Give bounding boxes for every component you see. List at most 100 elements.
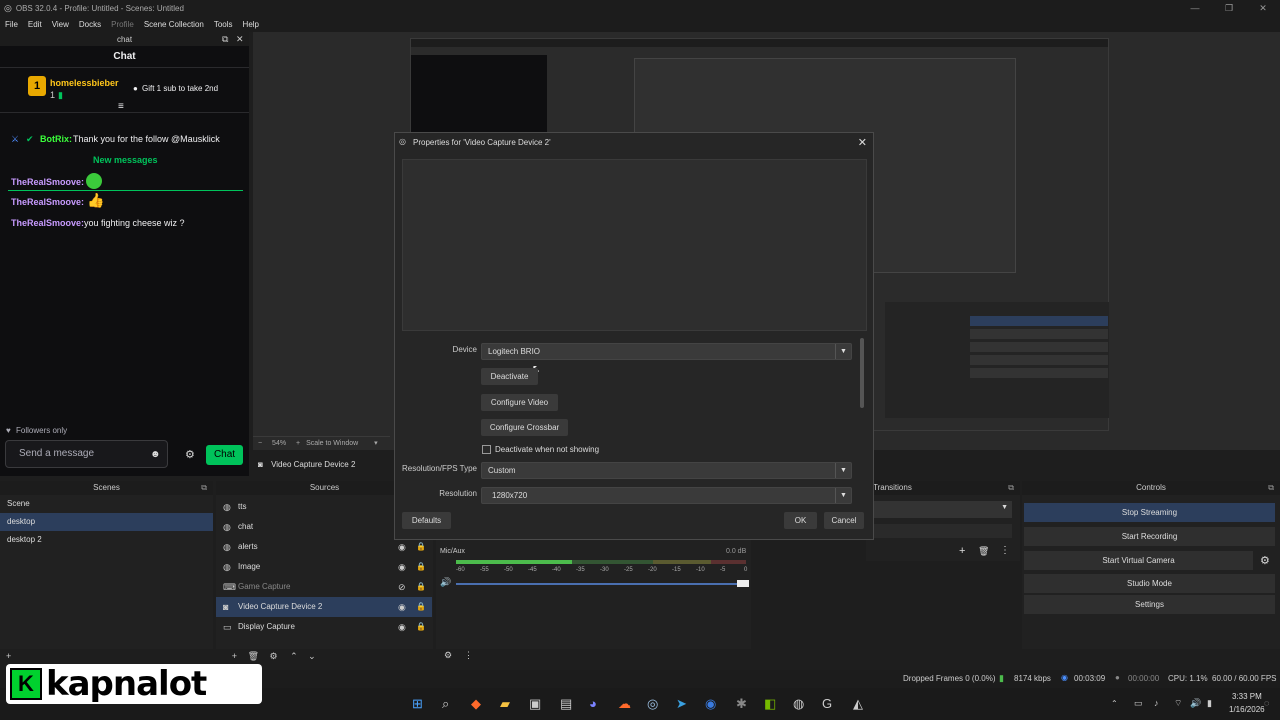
vpn-icon[interactable]: ◉	[705, 696, 716, 712]
menu-docks[interactable]: Docks	[74, 20, 106, 29]
configure-crossbar-button[interactable]: Configure Crossbar	[481, 419, 568, 436]
lock-icon[interactable]: 🔒	[416, 617, 426, 637]
scene-item-selected[interactable]: desktop	[0, 513, 213, 531]
cancel-button[interactable]: Cancel	[824, 512, 864, 529]
res-type-select[interactable]: Custom ▼	[481, 462, 852, 479]
device-select[interactable]: Logitech BRIO ▼	[481, 343, 852, 360]
tray-chevron-icon[interactable]: ⌃	[1111, 699, 1118, 708]
virtual-camera-gear-icon[interactable]: ⚙	[1260, 554, 1270, 567]
menu-file[interactable]: File	[0, 20, 23, 29]
source-item-image[interactable]: ◍ Image ◉ 🔒	[216, 557, 432, 577]
resolution-select[interactable]: 1280x720 ▼	[481, 487, 852, 504]
float-scenes-icon[interactable]: ⧉	[201, 481, 207, 495]
soundcloud-icon[interactable]: ☁	[618, 696, 631, 712]
steam-icon[interactable]: ◎	[647, 696, 658, 712]
settings-button[interactable]: Settings	[1024, 595, 1275, 614]
studio-mode-button[interactable]: Studio Mode	[1024, 574, 1275, 593]
volume-icon[interactable]: 🔊	[1190, 698, 1201, 709]
dialog-close-button[interactable]: ✕	[858, 136, 867, 149]
scene-item[interactable]: Scene	[0, 495, 213, 513]
float-controls-icon[interactable]: ⧉	[1268, 481, 1274, 495]
ok-button[interactable]: OK	[784, 512, 817, 529]
lock-icon[interactable]: 🔒	[416, 597, 426, 617]
transition-duration[interactable]	[872, 524, 1012, 538]
app-icon[interactable]: ▣	[529, 696, 541, 712]
nvidia-icon[interactable]: ◧	[764, 696, 776, 712]
visibility-eye-icon[interactable]: ◉	[398, 617, 406, 637]
source-item-alerts[interactable]: ◍ alerts ◉ 🔒	[216, 537, 432, 557]
obs-taskbar-icon[interactable]: ◍	[793, 696, 804, 712]
battery-icon[interactable]: ▮	[1207, 698, 1212, 709]
deactivate-when-hidden-checkbox[interactable]	[482, 445, 491, 454]
dialog-scrollbar[interactable]	[860, 338, 864, 408]
app-g-icon[interactable]: G	[822, 696, 832, 711]
maximize-button[interactable]: ❐	[1212, 0, 1246, 16]
add-source-button[interactable]: +	[232, 651, 237, 661]
volume-handle[interactable]	[737, 580, 749, 587]
mic-icon[interactable]: ♪	[1154, 698, 1159, 708]
configure-video-button[interactable]: Configure Video	[481, 394, 558, 411]
add-transition-button[interactable]: +	[959, 545, 965, 557]
defaults-button[interactable]: Defaults	[402, 512, 451, 529]
menu-view[interactable]: View	[47, 20, 74, 29]
scale-mode[interactable]: Scale to Window	[306, 440, 358, 447]
chat-send-button[interactable]: Chat	[206, 445, 243, 465]
zoom-in-button[interactable]: +	[296, 440, 300, 447]
chat-settings-gear-icon[interactable]: ⚙	[185, 448, 195, 461]
source-item-game-capture[interactable]: ⌨ Game Capture ⊘ 🔒	[216, 577, 432, 597]
add-scene-button[interactable]: +	[6, 651, 11, 661]
wifi-icon[interactable]: ⌔	[1174, 698, 1182, 709]
float-dock-icon[interactable]: ⧉	[222, 34, 228, 45]
discord-icon[interactable]: ◕	[589, 696, 597, 711]
float-transitions-icon[interactable]: ⧉	[1008, 481, 1014, 495]
speaker-icon[interactable]: 🔊	[440, 577, 451, 588]
gear-app-icon[interactable]: ✱	[736, 696, 747, 712]
remove-transition-icon[interactable]: 🗑	[978, 546, 989, 557]
clock-time[interactable]: 3:33 PM	[1232, 692, 1262, 701]
close-dock-icon[interactable]: ✕	[236, 34, 244, 45]
source-item-video-capture[interactable]: ◙ Video Capture Device 2 ◉ 🔒	[216, 597, 432, 617]
expand-icon[interactable]: ≡	[118, 101, 124, 112]
mixer-menu-icon[interactable]: ⋮	[464, 650, 473, 661]
lock-icon[interactable]: 🔒	[416, 557, 426, 577]
start-virtual-camera-button[interactable]: Start Virtual Camera	[1024, 551, 1253, 570]
stop-streaming-button[interactable]: Stop Streaming	[1024, 503, 1275, 522]
menu-profile[interactable]: Profile	[106, 20, 139, 29]
lock-icon[interactable]: 🔒	[416, 537, 426, 557]
visibility-eye-icon[interactable]: ◉	[398, 597, 406, 617]
source-settings-gear-icon[interactable]: ⚙	[270, 651, 278, 661]
visibility-eye-icon[interactable]: ◉	[398, 537, 406, 557]
emoji-icon[interactable]: ☻	[150, 449, 161, 460]
menu-help[interactable]: Help	[238, 20, 264, 29]
transition-menu-icon[interactable]: ⋮	[1000, 545, 1010, 556]
notifications-icon[interactable]: ◌	[1264, 698, 1269, 708]
transition-select[interactable]: ▼	[872, 501, 1012, 518]
source-item-display-capture[interactable]: ▭ Display Capture ◉ 🔒	[216, 617, 432, 637]
folder-icon[interactable]: ▰	[500, 696, 510, 712]
zoom-out-button[interactable]: −	[258, 440, 262, 447]
scene-item[interactable]: desktop 2	[0, 531, 213, 549]
hidden-eye-icon[interactable]: ⊘	[398, 577, 406, 597]
move-down-icon[interactable]: ⌄	[308, 651, 316, 661]
deactivate-button[interactable]: Deactivate	[481, 368, 538, 385]
brave-icon[interactable]: ◆	[471, 696, 481, 712]
app-icon-2[interactable]: ◭	[853, 696, 863, 712]
terminal-icon[interactable]: ▤	[560, 696, 572, 712]
menu-scene-collection[interactable]: Scene Collection	[139, 20, 209, 29]
minimize-button[interactable]: —	[1178, 0, 1212, 16]
start-recording-button[interactable]: Start Recording	[1024, 527, 1275, 546]
clock-date[interactable]: 1/16/2026	[1229, 705, 1265, 714]
telegram-icon[interactable]: ➤	[676, 696, 687, 712]
visibility-eye-icon[interactable]: ◉	[398, 557, 406, 577]
lock-icon[interactable]: 🔒	[416, 577, 426, 597]
search-icon[interactable]: ⌕	[442, 696, 449, 712]
mixer-settings-icon[interactable]: ⚙	[444, 650, 452, 661]
tray-icon[interactable]: ▭	[1134, 698, 1143, 709]
windows-start-icon[interactable]: ⊞	[412, 696, 423, 712]
menu-tools[interactable]: Tools	[209, 20, 238, 29]
scale-dropdown-icon[interactable]: ▾	[374, 440, 378, 447]
menu-edit[interactable]: Edit	[23, 20, 47, 29]
volume-slider[interactable]	[456, 583, 741, 585]
chat-input[interactable]: Send a message	[5, 440, 168, 468]
move-up-icon[interactable]: ⌃	[290, 651, 298, 661]
